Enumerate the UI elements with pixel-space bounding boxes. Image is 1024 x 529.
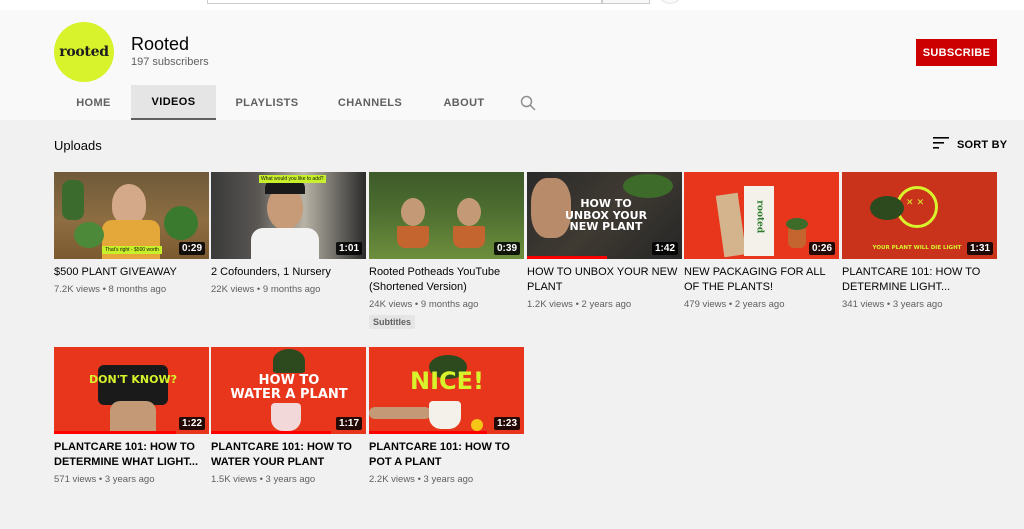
watch-progress-bar xyxy=(527,256,607,259)
video-duration: 1:17 xyxy=(335,417,362,430)
sort-icon xyxy=(933,137,949,152)
video-meta: 571 views • 3 years ago xyxy=(54,474,155,485)
video-title[interactable]: NEW PACKAGING FOR ALL OF THE PLANTS! xyxy=(684,265,839,295)
video-thumbnail[interactable]: HOW TO UNBOX YOUR NEW PLANT 1:42 xyxy=(527,172,682,259)
thumbnail-text: DON'T KNOW? xyxy=(89,373,177,386)
video-duration: 1:01 xyxy=(335,242,362,255)
thumbnail-text: HOW TO UNBOX YOUR NEW PLANT xyxy=(564,197,648,234)
tab-home[interactable]: HOME xyxy=(56,85,131,120)
tab-videos[interactable]: VIDEOS xyxy=(131,85,216,120)
video-card[interactable]: rooted 0:26 NEW PACKAGING FOR ALL OF THE… xyxy=(684,172,839,310)
video-thumbnail[interactable]: 0:39 xyxy=(369,172,524,259)
video-title[interactable]: Rooted Potheads YouTube (Shortened Versi… xyxy=(369,265,524,295)
video-thumbnail[interactable]: That's right - $500 worth 0:29 xyxy=(54,172,209,259)
video-duration: 0:26 xyxy=(808,242,835,255)
video-duration: 1:31 xyxy=(966,242,993,255)
video-thumbnail[interactable]: NICE! 1:23 xyxy=(369,347,524,434)
video-thumbnail[interactable]: What would you like to add? 1:01 xyxy=(211,172,366,259)
watch-progress-bar xyxy=(369,431,487,434)
dead-face-icon: ✕ ✕ xyxy=(906,198,925,208)
tab-channels[interactable]: CHANNELS xyxy=(318,85,422,120)
video-card[interactable]: That's right - $500 worth 0:29 $500 PLAN… xyxy=(54,172,209,295)
video-meta: 1.2K views • 2 years ago xyxy=(527,299,632,310)
video-meta: 2.2K views • 3 years ago xyxy=(369,474,474,485)
thumbnail-caption: That's right - $500 worth xyxy=(102,246,162,254)
video-card[interactable]: 0:39 Rooted Potheads YouTube (Shortened … xyxy=(369,172,524,330)
thumbnail-text: NICE! xyxy=(410,367,484,395)
channel-search-icon[interactable] xyxy=(508,85,548,120)
video-card[interactable]: DON'T KNOW? 1:22 PLANTCARE 101: HOW TO D… xyxy=(54,347,209,485)
video-duration: 1:23 xyxy=(493,417,520,430)
subscriber-count: 197 subscribers xyxy=(131,56,209,68)
video-thumbnail[interactable]: HOW TO WATER A PLANT 1:17 xyxy=(211,347,366,434)
masthead xyxy=(0,0,1024,10)
avatar-logo-text: rooted xyxy=(59,44,109,60)
video-card[interactable]: ✕ ✕ YOUR PLANT WILL DIE LIGHT 1:31 PLANT… xyxy=(842,172,997,310)
watch-progress-bar xyxy=(54,431,176,434)
video-title[interactable]: PLANTCARE 101: HOW TO DETERMINE LIGHT... xyxy=(842,265,997,295)
tab-playlists[interactable]: PLAYLISTS xyxy=(216,85,318,120)
channel-header: rooted Rooted 197 subscribers SUBSCRIBE … xyxy=(0,10,1024,120)
sort-by-label: SORT BY xyxy=(957,138,1008,151)
watch-progress-bar xyxy=(211,431,331,434)
sort-by-button[interactable]: SORT BY xyxy=(933,137,1007,152)
video-duration: 1:42 xyxy=(651,242,678,255)
tab-about[interactable]: ABOUT xyxy=(422,85,506,120)
video-card[interactable]: What would you like to add? 1:01 2 Cofou… xyxy=(211,172,366,295)
video-meta: 341 views • 3 years ago xyxy=(842,299,943,310)
channel-name: Rooted xyxy=(131,34,190,54)
voice-search-button[interactable] xyxy=(658,0,682,4)
video-meta: 1.5K views • 3 years ago xyxy=(211,474,316,485)
video-meta: 24K views • 9 months ago xyxy=(369,299,479,310)
video-duration: 0:39 xyxy=(493,242,520,255)
video-thumbnail[interactable]: rooted 0:26 xyxy=(684,172,839,259)
video-meta: 7.2K views • 8 months ago xyxy=(54,284,167,295)
channel-avatar[interactable]: rooted xyxy=(54,22,114,82)
subtitles-badge: Subtitles xyxy=(369,315,416,329)
video-title[interactable]: HOW TO UNBOX YOUR NEW PLANT xyxy=(527,265,682,295)
thumbnail-text: YOUR PLANT WILL DIE LIGHT xyxy=(872,245,962,251)
channel-tabs: HOME VIDEOS PLAYLISTS CHANNELS ABOUT xyxy=(56,85,548,120)
video-thumbnail[interactable]: DON'T KNOW? 1:22 xyxy=(54,347,209,434)
video-meta: 22K views • 9 months ago xyxy=(211,284,321,295)
search-button[interactable] xyxy=(602,0,650,4)
uploads-heading: Uploads xyxy=(54,138,102,153)
thumbnail-text: HOW TO WATER A PLANT xyxy=(230,373,348,402)
video-duration: 0:29 xyxy=(178,242,205,255)
video-title[interactable]: 2 Cofounders, 1 Nursery xyxy=(211,265,366,280)
video-title[interactable]: $500 PLANT GIVEAWAY xyxy=(54,265,209,280)
video-meta: 479 views • 2 years ago xyxy=(684,299,785,310)
video-card[interactable]: NICE! 1:23 PLANTCARE 101: HOW TO POT A P… xyxy=(369,347,524,485)
video-duration: 1:22 xyxy=(178,417,205,430)
video-card[interactable]: HOW TO WATER A PLANT 1:17 PLANTCARE 101:… xyxy=(211,347,366,485)
thumbnail-caption: What would you like to add? xyxy=(259,175,326,183)
thumbnail-text: rooted xyxy=(754,200,765,234)
video-title[interactable]: PLANTCARE 101: HOW TO POT A PLANT xyxy=(369,440,524,470)
video-thumbnail[interactable]: ✕ ✕ YOUR PLANT WILL DIE LIGHT 1:31 xyxy=(842,172,997,259)
video-card[interactable]: HOW TO UNBOX YOUR NEW PLANT 1:42 HOW TO … xyxy=(527,172,682,310)
video-title[interactable]: PLANTCARE 101: HOW TO WATER YOUR PLANT xyxy=(211,440,366,470)
search-input[interactable] xyxy=(207,0,602,4)
subscribe-button[interactable]: SUBSCRIBE xyxy=(916,39,997,66)
video-title[interactable]: PLANTCARE 101: HOW TO DETERMINE WHAT LIG… xyxy=(54,440,209,470)
